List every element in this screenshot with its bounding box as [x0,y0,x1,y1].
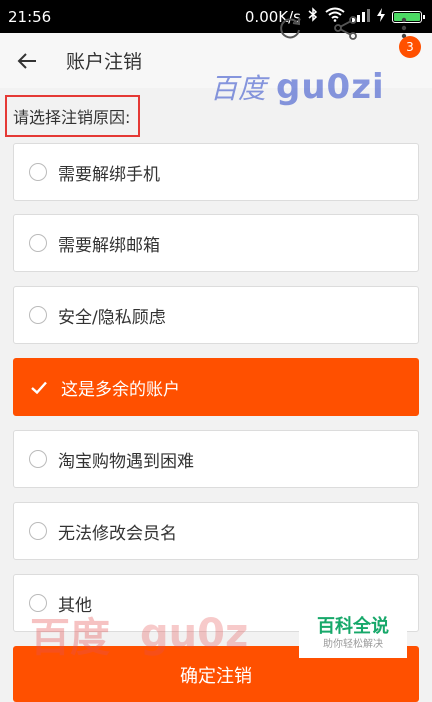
charging-icon [377,7,385,26]
radio-icon [29,234,47,252]
share-button[interactable] [328,0,364,55]
reason-option-shopping-difficulty[interactable]: 淘宝购物遇到困难 [13,430,419,488]
radio-icon [29,522,47,540]
option-label: 无法修改会员名 [58,523,177,544]
share-icon [334,15,357,40]
back-button[interactable] [0,33,54,88]
reason-option-unbind-phone[interactable]: 需要解绑手机 [13,143,419,201]
radio-icon [29,594,47,612]
refresh-icon [280,17,300,38]
option-label: 其他 [58,595,92,616]
radio-icon [29,450,47,468]
logo-title: 百科全说 [317,615,389,637]
status-time: 21:56 [8,7,52,26]
checkmark-icon [31,381,47,394]
option-label: 需要解绑手机 [58,164,160,185]
option-label: 这是多余的账户 [61,379,180,400]
back-arrow-icon [17,52,36,69]
option-label: 需要解绑邮箱 [58,235,160,256]
site-logo: 百科全说 助你轻松解决 [299,609,407,658]
option-label: 淘宝购物遇到困难 [58,451,194,472]
page-title: 账户注销 [66,51,143,73]
reason-option-privacy[interactable]: 安全/隐私顾虑 [13,286,419,344]
reason-option-unbind-email[interactable]: 需要解绑邮箱 [13,214,419,272]
bluetooth-icon [308,7,318,26]
logo-slogan: 助你轻松解决 [323,638,383,650]
reason-option-cannot-change-name[interactable]: 无法修改会员名 [13,502,419,560]
app-header: 账户注销 [0,33,432,88]
status-bar: 21:56 0.00K/s [0,0,432,33]
radio-icon [29,306,47,324]
option-label: 安全/隐私顾虑 [58,307,166,328]
radio-icon [29,163,47,181]
refresh-button[interactable] [272,0,308,55]
reason-option-redundant-account[interactable]: 这是多余的账户 [13,358,419,416]
reason-prompt: 请选择注销原因: [5,95,141,137]
notification-badge: 3 [399,36,421,58]
